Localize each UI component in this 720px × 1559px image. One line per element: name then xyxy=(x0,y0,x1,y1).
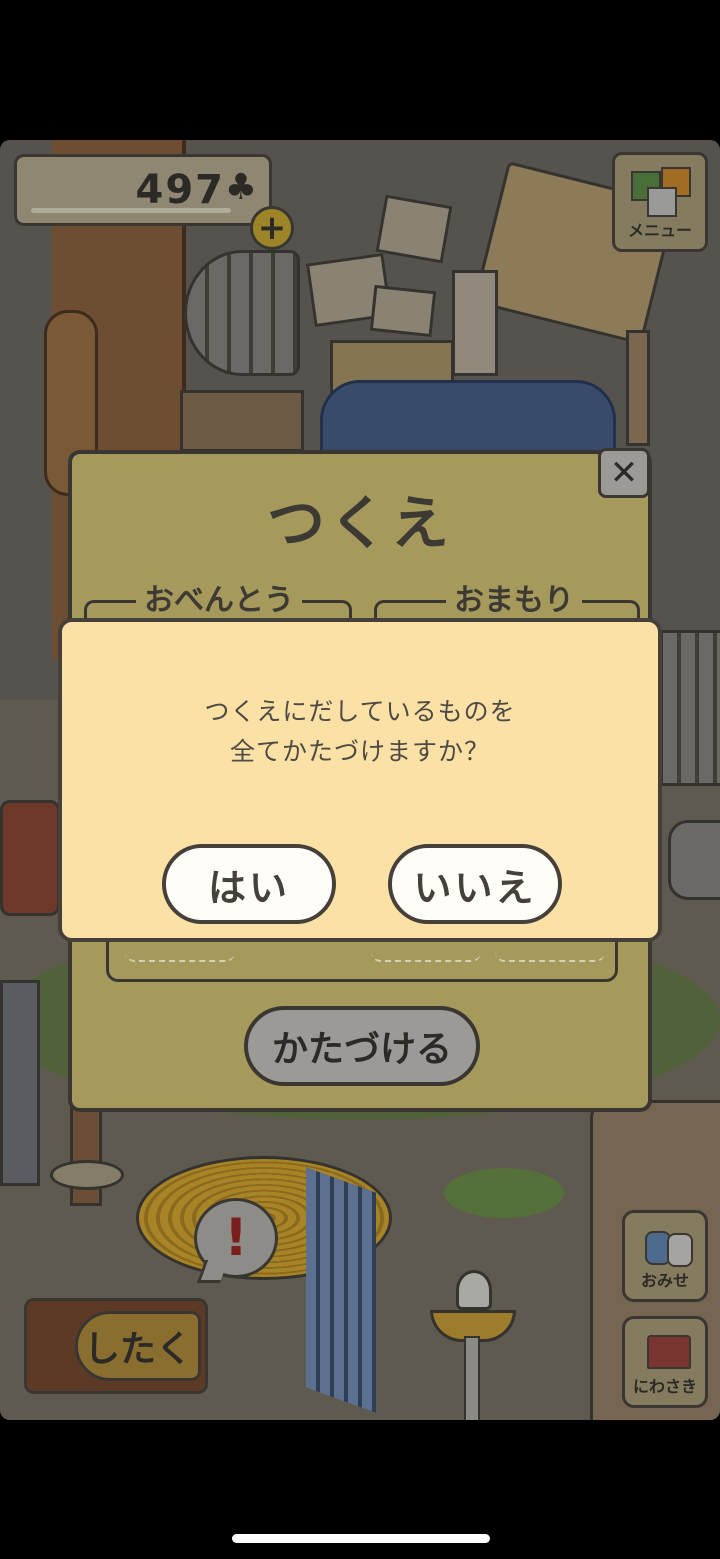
pinned-note xyxy=(369,284,437,338)
empty-slot[interactable] xyxy=(125,946,235,962)
scroll xyxy=(452,270,498,376)
shop-icon xyxy=(645,1227,693,1267)
charm-slot-label: おまもり xyxy=(446,582,582,620)
shop-button[interactable]: おみせ xyxy=(622,1210,708,1302)
clover-count: 497 xyxy=(135,167,225,213)
yes-button[interactable]: はい xyxy=(162,844,336,924)
menu-icon-square xyxy=(647,187,677,217)
confirm-message-line1: つくえにだしているものを xyxy=(204,697,516,726)
wooden-pole xyxy=(626,330,650,446)
pinned-note xyxy=(375,194,453,264)
alert-bubble[interactable]: ! xyxy=(194,1198,278,1278)
counter-underline xyxy=(31,208,231,213)
empty-slot[interactable] xyxy=(495,946,605,962)
no-button[interactable]: いいえ xyxy=(388,844,562,924)
clay-oven xyxy=(668,820,720,900)
prepare-label: したく xyxy=(75,1311,201,1381)
home-indicator[interactable] xyxy=(232,1534,490,1543)
lamp-shade xyxy=(456,1270,492,1310)
wooden-fence xyxy=(306,1167,376,1413)
jar xyxy=(0,800,60,916)
yard-label: にわさき xyxy=(632,1377,697,1396)
close-button[interactable]: ✕ xyxy=(598,448,650,498)
item-tray xyxy=(106,940,618,982)
small-desk xyxy=(180,390,304,452)
stone-pillar xyxy=(0,980,40,1186)
clover-counter: 497 ♣ xyxy=(14,154,272,226)
empty-slot[interactable] xyxy=(371,946,481,962)
menu-label: メニュー xyxy=(627,221,692,240)
cleanup-button[interactable]: かたづける xyxy=(244,1006,480,1086)
lamp xyxy=(430,1270,516,1420)
add-clover-button[interactable]: + xyxy=(250,206,294,250)
clover-icon: ♣ xyxy=(224,167,257,208)
lunch-slot-label: おべんとう xyxy=(136,582,302,620)
grass-patch-small xyxy=(444,1168,564,1218)
confirm-message-line2: 全てかたづけますか？ xyxy=(229,737,490,766)
desk-title: つくえ xyxy=(266,489,453,557)
menu-button[interactable]: メニュー xyxy=(612,152,708,252)
confirm-dialog: つくえにだしているものを 全てかたづけますか？ はい いいえ xyxy=(58,618,662,942)
yard-button[interactable]: にわさき xyxy=(622,1316,708,1408)
yard-icon xyxy=(647,1335,691,1369)
sapling-base xyxy=(50,1160,124,1190)
lamp-stick xyxy=(464,1336,480,1420)
prepare-button[interactable]: したく xyxy=(24,1298,208,1394)
shop-label: おみせ xyxy=(640,1271,689,1290)
confirm-message: つくえにだしているものを 全てかたづけますか？ xyxy=(62,692,658,772)
round-window xyxy=(184,250,300,376)
side-window xyxy=(660,630,720,786)
